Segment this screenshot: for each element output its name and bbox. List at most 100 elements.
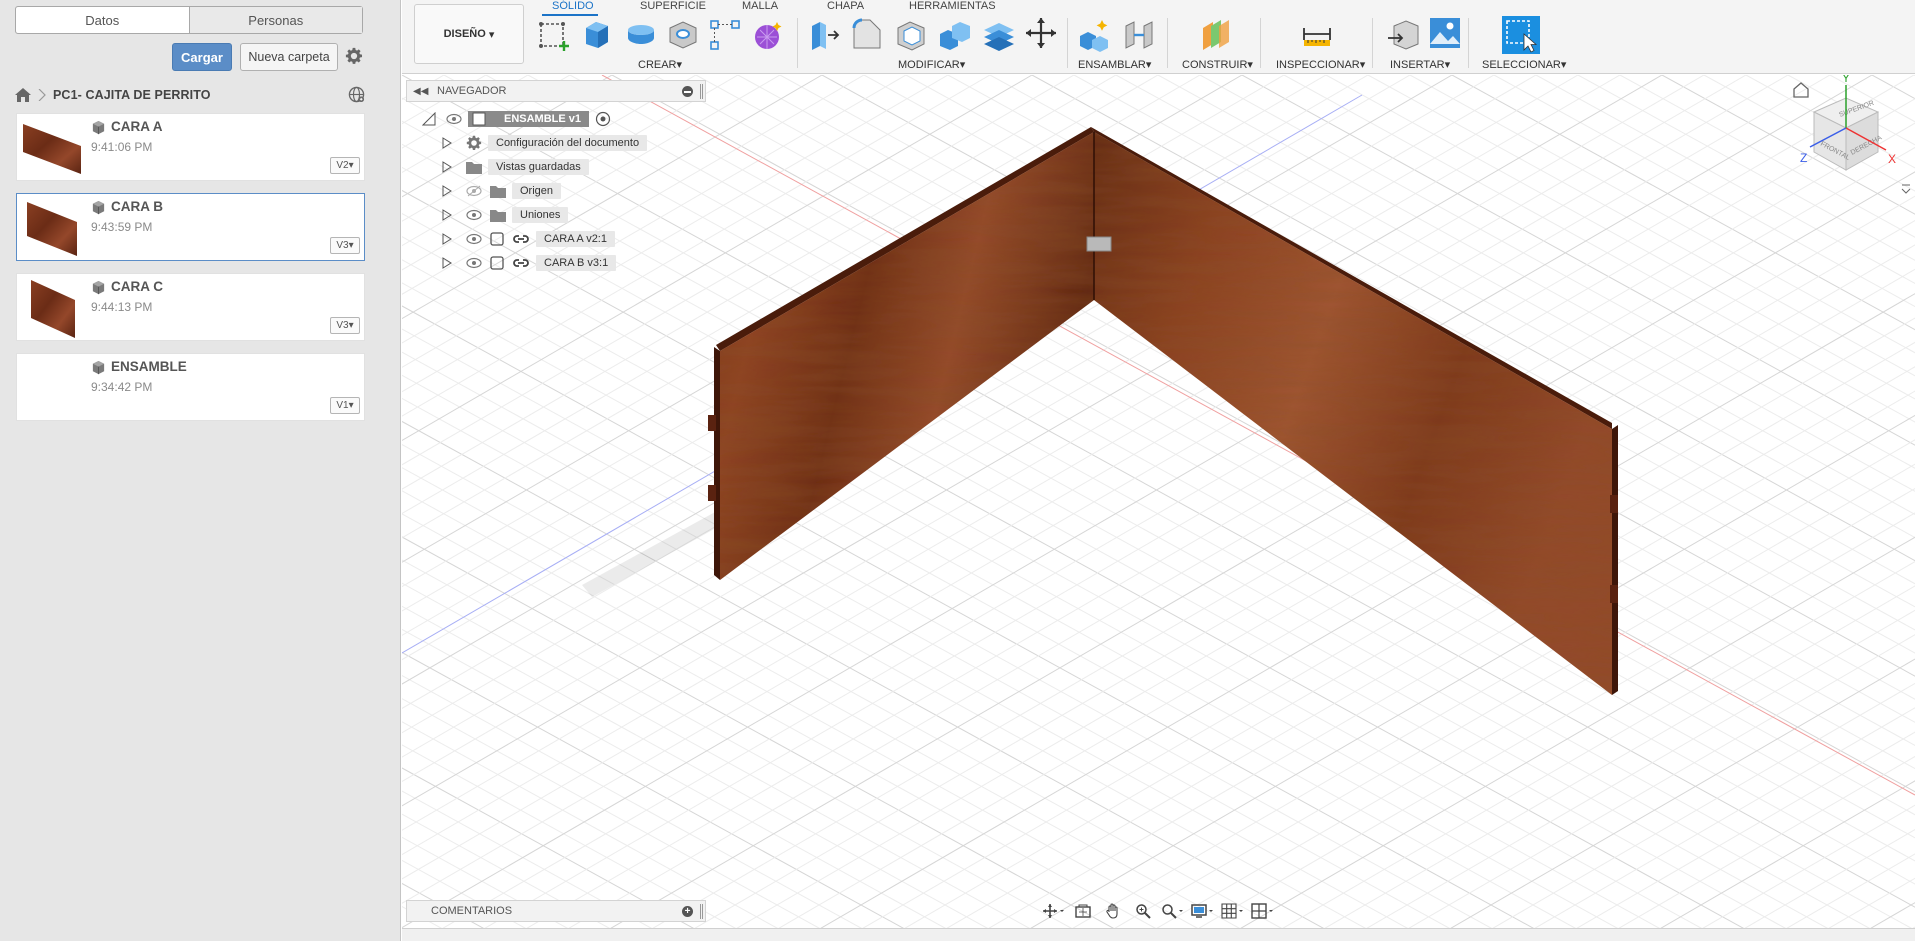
- group-construct[interactable]: CONSTRUIR▾: [1182, 58, 1253, 71]
- group-modify[interactable]: MODIFICAR▾: [898, 58, 965, 71]
- hole-icon[interactable]: [666, 18, 700, 52]
- tree-item-saved-views[interactable]: Vistas guardadas: [442, 157, 589, 177]
- tab-herramientas[interactable]: HERRAMIENTAS: [909, 0, 996, 12]
- folder-icon: [490, 186, 506, 198]
- tab-personas[interactable]: Personas: [189, 7, 362, 33]
- activate-radio-icon[interactable]: [595, 111, 611, 127]
- eye-hidden-icon[interactable]: [466, 185, 482, 197]
- panel-cara-b[interactable]: [1091, 127, 1618, 695]
- gear-icon[interactable]: [345, 47, 363, 65]
- file-card-cara-b[interactable]: CARA B 9:43:59 PM V3 ▾: [16, 193, 365, 261]
- cube-icon: [92, 120, 105, 135]
- tree-item-cara-a[interactable]: CARA A v2:1: [442, 229, 615, 249]
- version-dropdown[interactable]: V3 ▾: [330, 237, 360, 254]
- workspace-switcher[interactable]: DISEÑO ▾: [414, 4, 524, 64]
- resize-grip[interactable]: [700, 84, 703, 99]
- display-settings-menu[interactable]: [1190, 901, 1216, 921]
- pan-button[interactable]: [1100, 901, 1126, 921]
- eye-icon[interactable]: [466, 209, 482, 221]
- insert-derive-icon[interactable]: [1386, 18, 1420, 52]
- select-icon[interactable]: [1502, 16, 1540, 54]
- expand-down-icon[interactable]: [422, 112, 436, 126]
- tree-root-ensamble[interactable]: ENSAMBLE v1: [422, 109, 611, 129]
- fit-menu[interactable]: [1160, 901, 1186, 921]
- comments-panel[interactable]: COMENTARIOS +: [406, 900, 706, 922]
- new-component-icon[interactable]: [1078, 18, 1112, 52]
- move-icon[interactable]: [1024, 16, 1058, 50]
- tab-solido[interactable]: SÓLIDO: [552, 0, 594, 12]
- tab-chapa[interactable]: CHAPA: [827, 0, 864, 12]
- create-sketch-icon[interactable]: [537, 18, 571, 52]
- expand-icon[interactable]: [442, 233, 452, 245]
- globe-icon[interactable]: [348, 86, 365, 103]
- folder-icon: [490, 210, 506, 222]
- tab-datos[interactable]: Datos: [16, 7, 190, 33]
- tab-malla[interactable]: MALLA: [742, 0, 778, 12]
- group-select[interactable]: SELECCIONAR▾: [1482, 58, 1566, 71]
- navigator-header[interactable]: ◀◀ NAVEGADOR: [406, 80, 706, 102]
- insert-image-icon[interactable]: [1428, 16, 1462, 50]
- expand-icon[interactable]: [442, 137, 452, 149]
- file-card-cara-c[interactable]: CARA C 9:44:13 PM V3 ▾: [16, 273, 365, 341]
- press-pull-icon[interactable]: [806, 18, 840, 52]
- eye-icon[interactable]: [466, 233, 482, 245]
- joint-icon[interactable]: [1122, 18, 1156, 52]
- canvas-viewport[interactable]: SUPERIOR FRONTAL DERECHA Y X Z: [402, 75, 1915, 928]
- expand-icon[interactable]: [442, 185, 452, 197]
- viewports-menu[interactable]: [1250, 901, 1276, 921]
- version-dropdown[interactable]: V2 ▾: [330, 157, 360, 174]
- tree-item-joints[interactable]: Uniones: [442, 205, 569, 225]
- file-card-cara-a[interactable]: CARA A 9:41:06 PM V2 ▾: [16, 113, 365, 181]
- viewcube[interactable]: SUPERIOR FRONTAL DERECHA Y X Z: [1800, 75, 1911, 194]
- look-at-button[interactable]: [1070, 901, 1096, 921]
- revolve-icon[interactable]: [624, 18, 658, 52]
- panel-cara-a[interactable]: [708, 127, 1094, 580]
- version-dropdown[interactable]: V1 ▾: [330, 397, 360, 414]
- file-name: CARA C: [111, 279, 163, 294]
- expand-icon[interactable]: [442, 257, 452, 269]
- combine-icon[interactable]: [938, 18, 972, 52]
- add-comment-icon[interactable]: +: [682, 906, 693, 917]
- version-dropdown[interactable]: V3 ▾: [330, 317, 360, 334]
- resize-grip[interactable]: [700, 904, 703, 919]
- eye-icon[interactable]: [466, 257, 482, 269]
- offset-plane-icon[interactable]: [1199, 18, 1233, 52]
- expand-icon[interactable]: [442, 161, 452, 173]
- expand-icon[interactable]: [442, 209, 452, 221]
- group-assemble[interactable]: ENSAMBLAR▾: [1078, 58, 1151, 71]
- fillet-icon[interactable]: [850, 18, 884, 52]
- eye-icon[interactable]: [446, 113, 462, 125]
- extrude-icon[interactable]: [580, 16, 614, 50]
- 3d-scene[interactable]: SUPERIOR FRONTAL DERECHA Y X Z: [402, 75, 1915, 928]
- group-inspect[interactable]: INSPECCIONAR▾: [1276, 58, 1365, 71]
- create-form-icon[interactable]: [751, 18, 785, 52]
- upload-button[interactable]: Cargar: [172, 43, 232, 71]
- zoom-button[interactable]: [1130, 901, 1156, 921]
- file-time: 9:44:13 PM: [91, 300, 153, 314]
- tree-item-origin[interactable]: Origen: [442, 181, 562, 201]
- file-card-ensamble[interactable]: ENSAMBLE 9:34:42 PM V1 ▾: [16, 353, 365, 421]
- collapse-icon[interactable]: ◀◀: [413, 86, 429, 97]
- pattern-icon[interactable]: [708, 18, 742, 52]
- tree-item-label: CARA A v2:1: [536, 231, 615, 247]
- grid-icon: [1221, 903, 1243, 919]
- minimize-icon[interactable]: [682, 86, 693, 97]
- file-name: CARA A: [111, 119, 163, 134]
- tree-item-config[interactable]: Configuración del documento: [442, 133, 648, 153]
- data-panel-tabs: Datos Personas: [15, 6, 363, 34]
- measure-icon[interactable]: [1300, 18, 1334, 52]
- toolbar: DISEÑO ▾ SÓLIDO SUPERFICIE MALLA CHAPA H…: [402, 0, 1915, 74]
- home-icon[interactable]: [15, 88, 31, 102]
- root-label-box[interactable]: ENSAMBLE v1: [468, 111, 590, 127]
- orbit-menu[interactable]: [1040, 901, 1066, 921]
- divider: [1067, 18, 1068, 68]
- tab-superficie[interactable]: SUPERFICIE: [640, 0, 706, 12]
- group-insert[interactable]: INSERTAR▾: [1390, 58, 1450, 71]
- shell-icon[interactable]: [894, 18, 928, 52]
- tree-item-cara-b[interactable]: CARA B v3:1: [442, 253, 617, 273]
- new-folder-button[interactable]: Nueva carpeta: [240, 43, 338, 71]
- project-title[interactable]: PC1- CAJITA DE PERRITO: [53, 88, 211, 102]
- offset-face-icon[interactable]: [982, 18, 1016, 52]
- grid-settings-menu[interactable]: [1220, 901, 1246, 921]
- group-create[interactable]: CREAR▾: [638, 58, 682, 71]
